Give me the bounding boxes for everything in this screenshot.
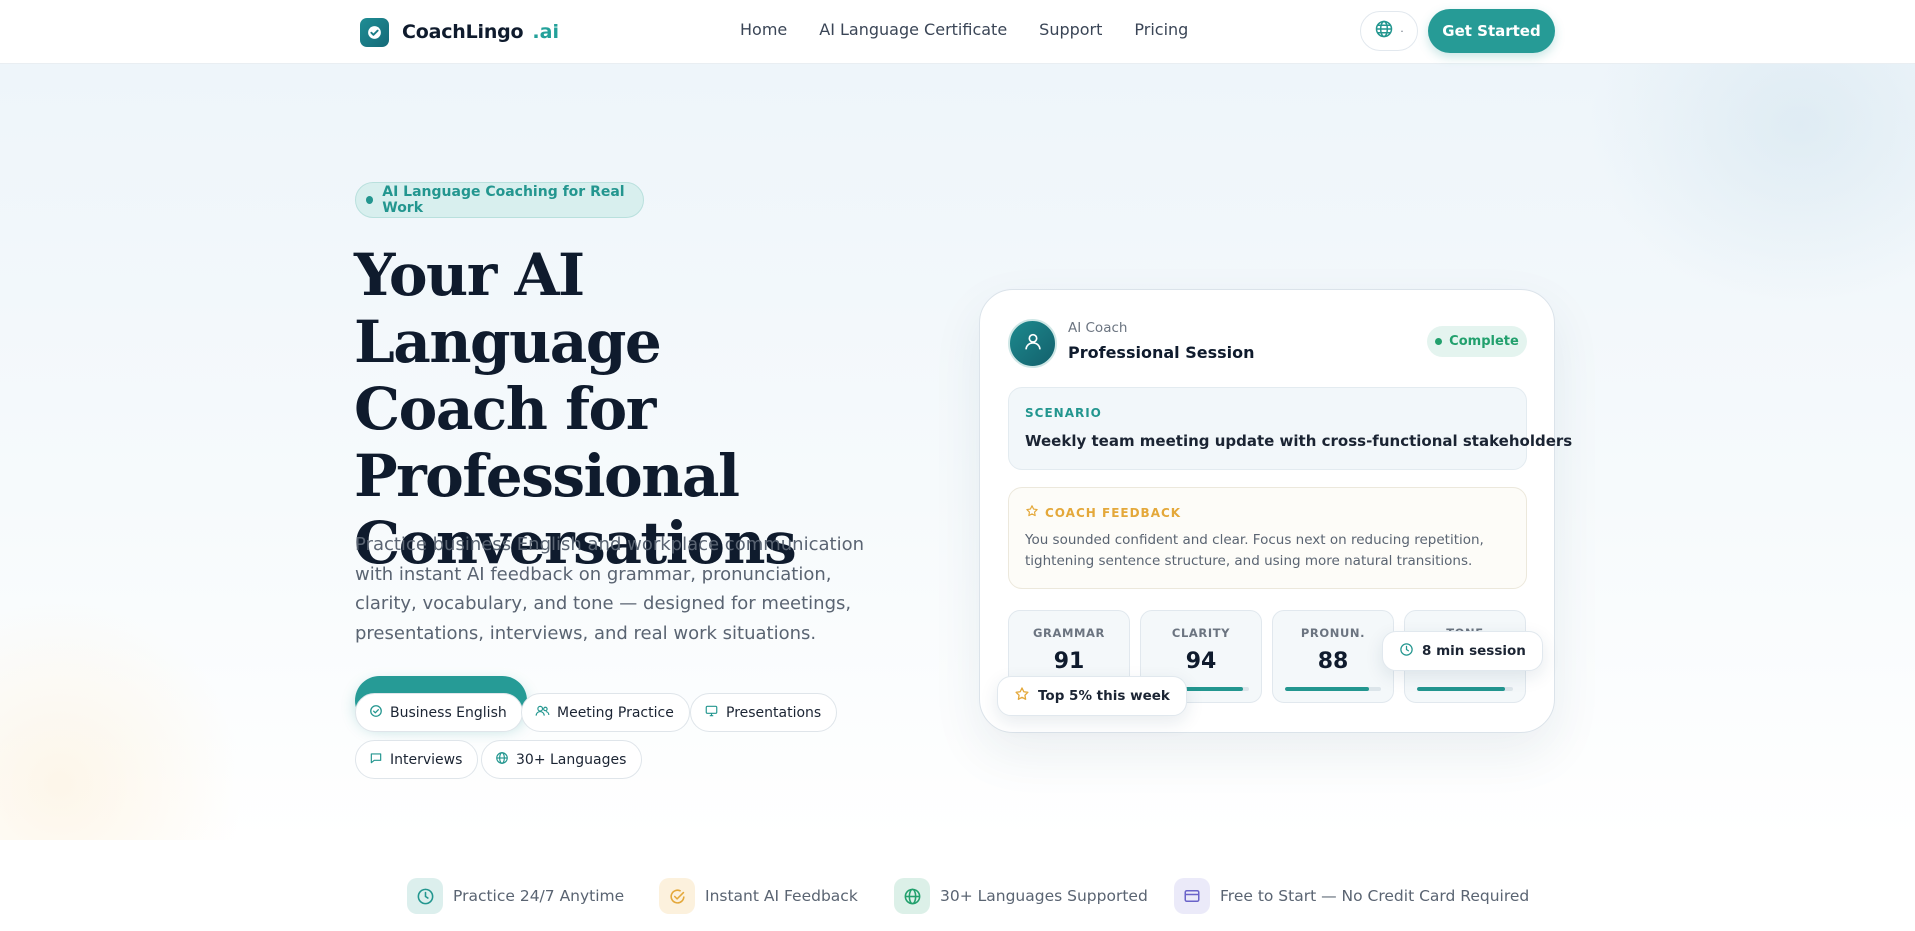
feature-bar: Practice 24/7 Anytime Instant AI Feedbac…: [0, 840, 1915, 931]
chip-label: Meeting Practice: [557, 704, 674, 721]
session-title: Professional Session: [1068, 343, 1255, 362]
metric-value: 94: [1185, 649, 1217, 674]
nav-link-home[interactable]: Home: [740, 20, 787, 39]
hero-badge: AI Language Coaching for Real Work: [355, 182, 644, 218]
logo-check-icon: [360, 17, 389, 47]
chip-meeting-practice[interactable]: Meeting Practice: [521, 693, 690, 732]
coach-role: AI Coach: [1068, 320, 1128, 336]
metric-label: PRONUN.: [1300, 626, 1366, 640]
nav-link-pricing[interactable]: Pricing: [1134, 20, 1188, 39]
feature-languages: 30+ Languages Supported: [894, 878, 1148, 914]
metric-pronunciation: PRONUN. 88: [1272, 610, 1394, 703]
scenario-text: Weekly team meeting update with cross-fu…: [1025, 432, 1573, 450]
hero-title: Your AI Language Coach for Professional …: [354, 242, 874, 577]
metric-value: 91: [1053, 649, 1085, 674]
feature-label: Practice 24/7 Anytime: [453, 887, 625, 905]
feature-free-to-start: Free to Start — No Credit Card Required: [1174, 878, 1529, 914]
globe-icon: [495, 751, 516, 769]
globe-icon: [894, 878, 930, 914]
clock-icon: [407, 878, 443, 914]
weekly-rank-label: Top 5% this week: [1038, 688, 1170, 704]
nav-link-support[interactable]: Support: [1039, 20, 1102, 39]
star-icon: [1014, 686, 1038, 706]
monitor-icon: [704, 704, 726, 722]
badge-dot-icon: [366, 196, 374, 204]
brand-name: CoachLingo: [402, 21, 524, 43]
status-badge: Complete: [1427, 326, 1527, 357]
session-length-badge: 8 min session: [1382, 631, 1543, 671]
chip-30-languages[interactable]: 30+ Languages: [481, 740, 643, 779]
feature-label: Instant AI Feedback: [705, 887, 858, 905]
metric-progress-track: [1285, 687, 1381, 691]
globe-icon: [1374, 19, 1394, 43]
chip-business-english[interactable]: Business English: [355, 693, 523, 732]
hero-title-line: Professional: [354, 442, 740, 510]
users-icon: [535, 704, 557, 722]
metric-progress-fill: [1285, 687, 1370, 691]
metric-progress-fill: [1417, 687, 1506, 691]
brand[interactable]: CoachLingo .ai: [360, 17, 559, 47]
coach-avatar: [1008, 319, 1057, 368]
check-circle-icon: [659, 878, 695, 914]
scenario-label: SCENARIO: [1025, 406, 1102, 420]
chip-interviews[interactable]: Interviews: [355, 740, 479, 779]
feature-label: 30+ Languages Supported: [940, 887, 1148, 905]
check-circle-icon: [369, 704, 390, 722]
hero-description: Practice business English and workplace …: [355, 534, 865, 644]
feedback-text: You sounded confident and clear. Focus n…: [1025, 532, 1484, 569]
star-icon: [1025, 504, 1045, 521]
clock-icon: [1399, 642, 1422, 661]
feedback-header: COACH FEEDBACK: [1025, 504, 1181, 521]
language-selector[interactable]: ·: [1360, 11, 1418, 51]
get-started-button[interactable]: Get Started: [1428, 9, 1555, 53]
hero-title-line: Your AI Language: [354, 241, 662, 376]
chip-label: 30+ Languages: [516, 751, 627, 768]
chip-presentations[interactable]: Presentations: [690, 693, 838, 732]
weekly-rank-badge: Top 5% this week: [997, 676, 1187, 716]
hero-title-line: Coach for: [354, 375, 656, 443]
metric-value: 88: [1317, 649, 1349, 674]
chip-label: Presentations: [726, 704, 822, 721]
hero-section: AI Language Coaching for Real Work Your …: [0, 64, 1915, 840]
status-dot-icon: [1435, 338, 1443, 345]
feature-practice-anytime: Practice 24/7 Anytime: [407, 878, 624, 914]
user-icon: [1022, 331, 1044, 357]
nav-link-ai-language-certificate[interactable]: AI Language Certificate: [819, 20, 1007, 39]
chip-label: Interviews: [390, 751, 463, 768]
chat-bubble-icon: [369, 751, 390, 769]
top-navbar: CoachLingo .ai Home AI Language Certific…: [0, 0, 1915, 64]
credit-card-icon: [1174, 878, 1210, 914]
feature-label: Free to Start — No Credit Card Required: [1220, 887, 1530, 905]
coach-feedback-panel: COACH FEEDBACK You sounded confident and…: [1008, 487, 1527, 589]
hero-badge-label: AI Language Coaching for Real Work: [382, 184, 625, 216]
metric-progress-track: [1417, 687, 1513, 691]
scenario-panel: SCENARIO Weekly team meeting update with…: [1008, 387, 1572, 470]
brand-tld: .ai: [532, 21, 559, 43]
status-label: Complete: [1449, 334, 1519, 349]
chip-label: Business English: [390, 704, 507, 721]
metric-label: GRAMMAR: [1032, 626, 1106, 640]
language-code: ·: [1400, 24, 1404, 38]
nav-links: Home AI Language Certificate Support Pri…: [740, 20, 1220, 39]
session-length-label: 8 min session: [1422, 643, 1526, 659]
metric-label: CLARITY: [1171, 626, 1231, 640]
feedback-label: COACH FEEDBACK: [1045, 505, 1182, 520]
feature-instant-feedback: Instant AI Feedback: [659, 878, 858, 914]
